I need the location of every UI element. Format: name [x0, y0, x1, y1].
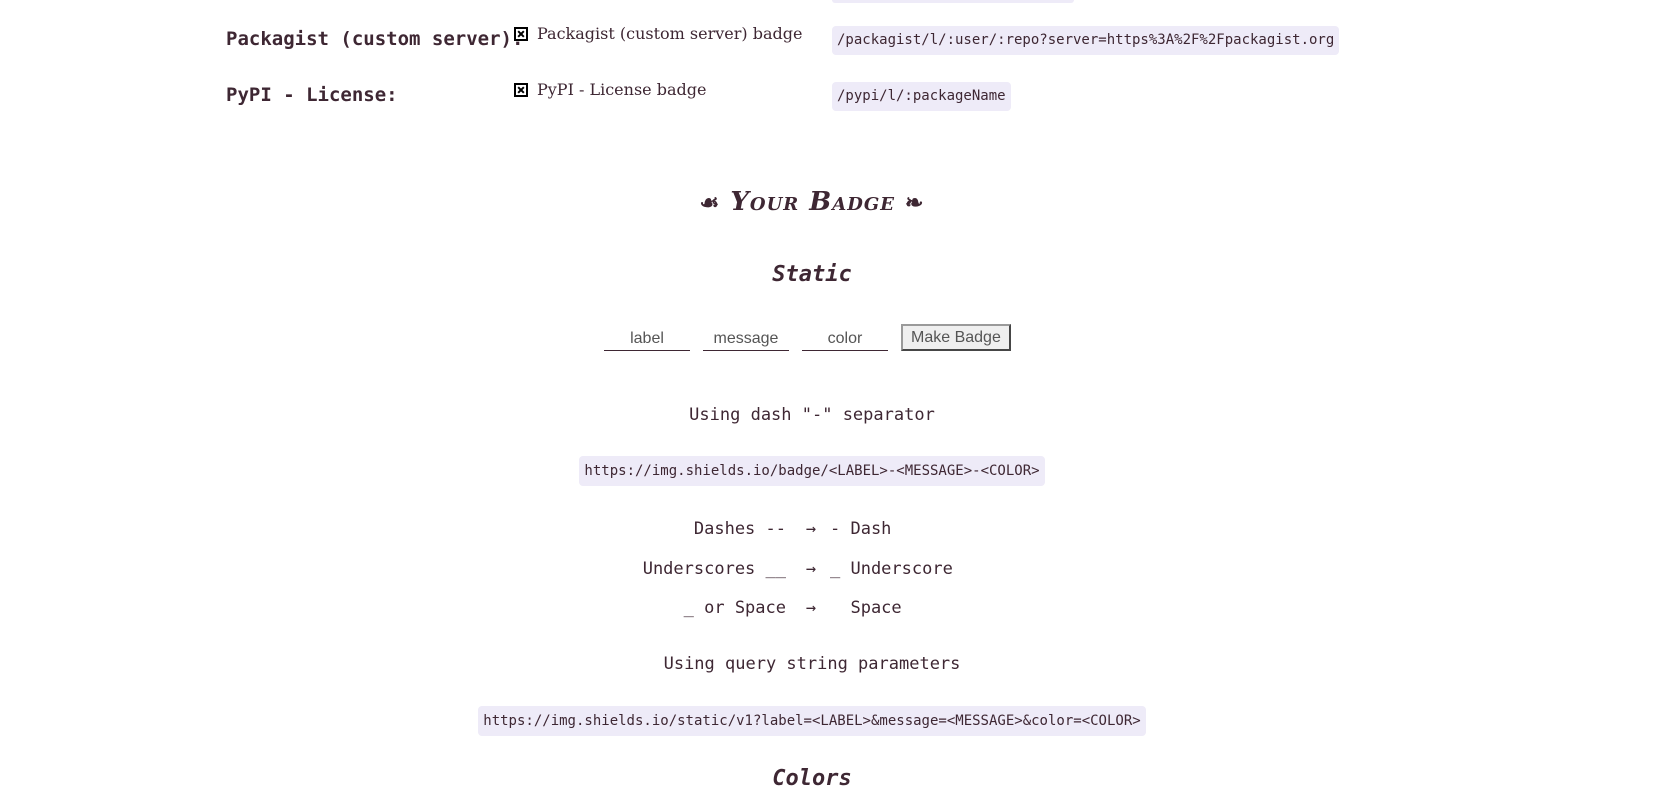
rule-from: _ or Space [683, 598, 786, 618]
badge-image[interactable]: Packagist (custom server) badge [514, 24, 802, 43]
message-input[interactable] [703, 328, 789, 351]
dash-url-code[interactable]: https://img.shields.io/badge/<LABEL>-<ME… [579, 456, 1045, 486]
rule-to: - Dash [830, 519, 892, 539]
arrow-right-icon: → [805, 519, 817, 539]
query-url-code[interactable]: https://img.shields.io/static/v1?label=<… [478, 706, 1146, 736]
arrow-right-icon: → [805, 559, 817, 579]
left-fleuron-icon: ☙ [699, 190, 721, 216]
colors-heading: Colors [772, 766, 852, 791]
query-url-block: https://img.shields.io/static/v1?label=<… [0, 706, 1624, 736]
badge-alt-text: Packagist (custom server) badge [537, 24, 803, 43]
static-heading: Static [772, 262, 852, 287]
broken-image-icon [514, 26, 528, 41]
page: Packagist (custom server): Packagist (cu… [0, 0, 1662, 797]
your-badge-title: Your Badge [730, 187, 895, 217]
make-badge-button[interactable]: Make Badge [901, 324, 1011, 351]
static-badge-form: Make Badge [604, 324, 1011, 351]
example-row-packagist: Packagist (custom server): Packagist (cu… [226, 22, 1426, 62]
rule-to: _ Underscore [830, 559, 953, 579]
badge-path-code[interactable]: /packagist/l/:user/:repo?server=https%3A… [832, 26, 1340, 55]
right-fleuron-icon: ❧ [905, 190, 925, 216]
rule-from: Underscores __ [642, 559, 786, 579]
broken-image-icon [514, 82, 528, 97]
rule-to: Space [830, 598, 902, 618]
arrow-right-icon: → [805, 598, 817, 618]
dash-separator-heading: Using dash "-" separator [689, 405, 935, 425]
badge-alt-text: PyPI - License badge [537, 80, 707, 99]
badge-image[interactable]: PyPI - License badge [514, 80, 706, 99]
color-input[interactable] [802, 328, 888, 351]
dash-url-block: https://img.shields.io/badge/<LABEL>-<ME… [0, 456, 1624, 486]
label-input[interactable] [604, 328, 690, 351]
query-string-heading: Using query string parameters [663, 654, 961, 674]
rule-from: Dashes -- [693, 519, 786, 539]
example-row-pypi: PyPI - License: PyPI - License badge /py… [226, 78, 1426, 118]
example-label: PyPI - License: [226, 84, 398, 106]
code-chip-remnant [832, 0, 1074, 3]
example-label: Packagist (custom server): [226, 28, 524, 50]
badge-path-code[interactable]: /pypi/l/:packageName [832, 82, 1011, 111]
your-badge-heading: ☙ Your Badge ❧ [0, 187, 1624, 217]
